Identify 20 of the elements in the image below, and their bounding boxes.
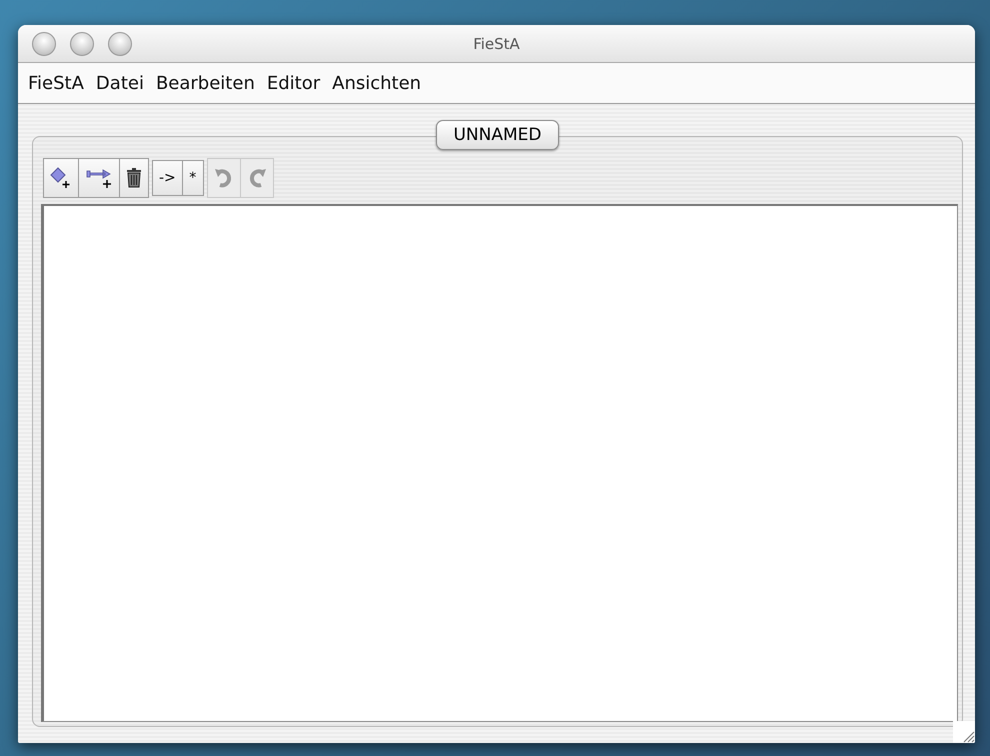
menu-item[interactable]: Editor <box>266 72 320 94</box>
minimize-button[interactable] <box>70 32 94 56</box>
menu-item[interactable]: Bearbeiten <box>156 72 255 94</box>
menu-item[interactable]: Datei <box>96 72 144 94</box>
diamond-plus-icon <box>50 167 72 189</box>
menu-item[interactable]: Ansichten <box>332 72 422 94</box>
menu-item[interactable]: FieStA <box>28 72 84 94</box>
zoom-button[interactable] <box>108 32 132 56</box>
close-button[interactable] <box>32 32 56 56</box>
add-node-button[interactable] <box>43 158 79 198</box>
resize-grip-icon[interactable] <box>961 729 975 743</box>
undo-icon <box>214 167 234 189</box>
add-edge-button[interactable] <box>78 158 120 198</box>
trash-icon <box>126 167 142 189</box>
arrow-plus-icon <box>85 167 113 189</box>
tab[interactable]: UNNAMED <box>436 120 558 150</box>
delete-button[interactable] <box>119 158 149 198</box>
toolbar-button[interactable]: -> <box>152 160 183 196</box>
window-title: FieStA <box>473 34 520 52</box>
toolbar-button[interactable]: * <box>182 160 204 196</box>
